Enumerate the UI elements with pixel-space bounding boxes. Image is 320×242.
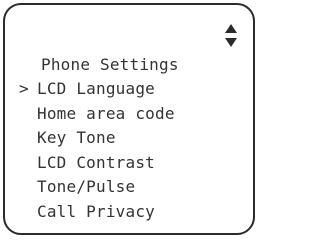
menu-item-home-area-code[interactable]: Home area code: [5, 102, 257, 127]
settings-menu: > LCD Language Home area code Key Tone L…: [5, 77, 257, 224]
menu-item-label: Tone/Pulse: [37, 177, 136, 196]
menu-item-key-tone[interactable]: Key Tone: [5, 126, 257, 151]
menu-item-tone-pulse[interactable]: Tone/Pulse: [5, 175, 257, 200]
lcd-screen: Phone Settings > LCD Language Home area …: [3, 3, 255, 235]
menu-item-label: Key Tone: [37, 128, 116, 147]
menu-item-lcd-contrast[interactable]: LCD Contrast: [5, 151, 257, 176]
selection-cursor: >: [19, 79, 29, 98]
menu-item-label: Home area code: [37, 103, 175, 123]
menu-item-label: Call Privacy: [37, 201, 155, 221]
menu-item-label: LCD Language: [37, 79, 155, 98]
menu-item-lcd-language[interactable]: > LCD Language: [5, 77, 257, 102]
screen-title: Phone Settings: [41, 55, 179, 74]
scroll-up-down-icon: [224, 23, 238, 49]
menu-item-label: LCD Contrast: [37, 152, 155, 172]
menu-item-call-privacy[interactable]: Call Privacy: [5, 200, 257, 225]
